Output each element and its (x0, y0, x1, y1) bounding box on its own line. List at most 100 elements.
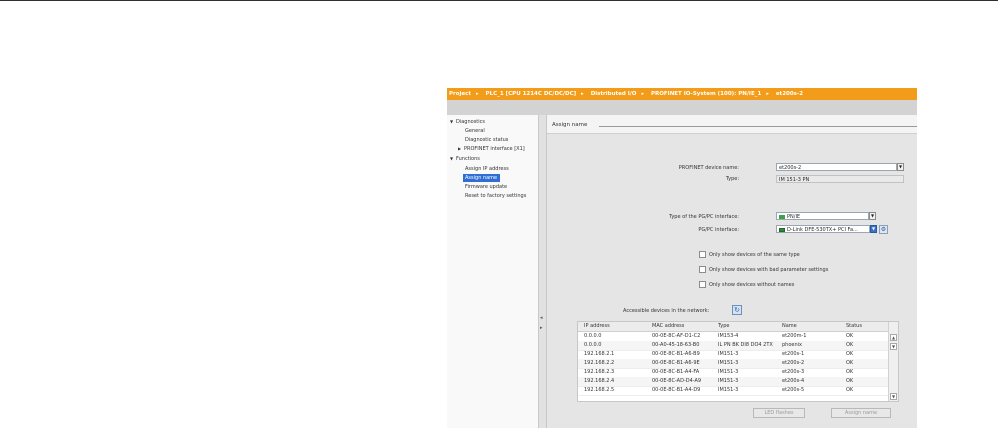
cell-name: et200s-4 (782, 378, 805, 384)
network-card-icon (779, 227, 785, 232)
cell-status: OK (846, 378, 854, 384)
assign-name-button[interactable]: Assign name (831, 408, 891, 418)
cell-name: et200s-2 (782, 360, 805, 366)
cell-ip: 192.168.2.4 (584, 378, 615, 384)
breadcrumb-separator-icon: ▸ (766, 91, 769, 97)
network-icon (779, 214, 785, 219)
filter-bad-params-checkbox[interactable] (699, 266, 706, 273)
scroll-down-small-icon[interactable]: ▼ (890, 343, 897, 350)
cell-status: OK (846, 387, 854, 393)
cell-ip: 192.168.2.2 (584, 360, 615, 366)
cell-type: IL PN BK DI8 DO4 2TX (718, 342, 773, 348)
nav-item-firmware-update[interactable]: Firmware update (465, 183, 507, 191)
cell-ip: 192.168.2.5 (584, 387, 615, 393)
nav-item-reset-factory[interactable]: Reset to factory settings (465, 192, 526, 200)
breadcrumb-item-project[interactable]: Project (447, 88, 471, 100)
filter-same-type-label: Only show devices of the same type (709, 252, 800, 258)
breadcrumb: Project ▸ PLC_1 [CPU 1214C DC/DC/DC] ▸ Distr… (447, 88, 917, 100)
cell-mac: 00-0E-8C-B1-A4-FA (652, 369, 700, 375)
filter-bad-params-label: Only show devices with bad parameter set… (709, 267, 829, 273)
breadcrumb-separator-icon: ▸ (641, 91, 644, 97)
cell-mac: 00-0E-8C-AD-D4-A9 (652, 378, 702, 384)
cell-mac: 00-A0-45-18-63-B0 (652, 342, 700, 348)
cell-status: OK (846, 342, 854, 348)
cell-type: IM151-3 (718, 351, 739, 357)
column-header-name[interactable]: Name (782, 322, 846, 331)
cell-name: et200m-1 (782, 333, 807, 339)
table-row[interactable]: 192.168.2.5 00-0E-8C-B1-A4-D9 IM151-3 et… (578, 386, 890, 396)
pgpc-interface-dropdown-button[interactable]: ▼ (870, 225, 877, 233)
table-header: IP address MAC address Type Name Status (578, 322, 890, 332)
cell-mac: 00-0E-8C-B1-A6-9E (652, 360, 700, 366)
pgpc-type-label: Type of the PG/PC interface: (669, 214, 739, 220)
breadcrumb-item-distributed-io[interactable]: Distributed I/O (589, 88, 637, 100)
cell-ip: 192.168.2.3 (584, 369, 615, 375)
cell-status: OK (846, 351, 854, 357)
cell-name: et200s-3 (782, 369, 805, 375)
filter-without-names-checkbox[interactable] (699, 281, 706, 288)
collapse-left-icon[interactable]: ◂ (540, 315, 543, 321)
cell-type: IM151-3 (718, 360, 739, 366)
filter-without-names-label: Only show devices without names (709, 282, 795, 288)
cell-mac: 00-0E-8C-B1-A4-D9 (652, 387, 701, 393)
accessible-devices-label: Accessible devices in the network: (623, 308, 710, 314)
breadcrumb-item-device[interactable]: et200s-2 (774, 88, 803, 100)
column-header-status[interactable]: Status (846, 322, 886, 331)
nav-group-diagnostics[interactable]: ▼ Diagnostics (450, 118, 485, 126)
pgpc-type-select[interactable]: PN/IE (776, 212, 869, 220)
cell-mac: 00-0E-8C-AF-D1-C2 (652, 333, 701, 339)
pgpc-interface-select[interactable]: D-Link DFE-530TX+ PCI Fa... (776, 225, 870, 233)
cell-ip: 0.0.0.0 (584, 342, 602, 348)
scroll-up-icon[interactable]: ▲ (890, 334, 897, 341)
nav-label: Functions (456, 156, 480, 162)
cell-name: et200s-5 (782, 387, 805, 393)
scroll-down-icon[interactable]: ▼ (890, 393, 897, 400)
cell-name: phoenix (782, 342, 802, 348)
nav-item-assign-ip[interactable]: Assign IP address (465, 165, 509, 173)
cell-ip: 0.0.0.0 (584, 333, 602, 339)
cell-type: IM151-3 (718, 387, 739, 393)
devices-table: IP address MAC address Type Name Status … (577, 321, 899, 402)
device-name-label: PROFINET device name: (678, 165, 739, 171)
nav-item-profinet-interface[interactable]: ▶ PROFINET interface [X1] (458, 145, 525, 153)
cell-type: IM151-3 (718, 369, 739, 375)
nav-label: PROFINET interface [X1] (464, 146, 525, 152)
cell-mac: 00-0E-8C-B1-A6-B9 (652, 351, 700, 357)
device-name-dropdown-button[interactable]: ▼ (897, 163, 904, 171)
inspector-window: Project ▸ PLC_1 [CPU 1214C DC/DC/DC] ▸ Distr… (447, 88, 917, 428)
table-scrollbar[interactable]: ▲ ▼ ▼ (888, 322, 898, 401)
cell-name: et200s-1 (782, 351, 805, 357)
filter-same-type-checkbox[interactable] (699, 251, 706, 258)
section-header: Assign name (547, 115, 917, 134)
nav-item-diagnostic-status[interactable]: Diagnostic status (465, 136, 508, 144)
pgpc-type-dropdown-button[interactable]: ▼ (869, 212, 876, 220)
cell-ip: 192.168.2.1 (584, 351, 615, 357)
type-label: Type: (725, 176, 739, 182)
pgpc-type-value: PN/IE (787, 214, 801, 220)
column-header-ip[interactable]: IP address (584, 322, 644, 331)
cell-type: IM151-3 (718, 378, 739, 384)
cell-type: IM153-4 (718, 333, 739, 339)
nav-group-functions[interactable]: ▼ Functions (450, 155, 480, 163)
column-header-type[interactable]: Type (718, 322, 784, 331)
device-name-input[interactable]: et200s-2 (776, 163, 897, 171)
led-flashes-button[interactable]: LED flashes (753, 408, 805, 418)
column-header-mac[interactable]: MAC address (652, 322, 716, 331)
section-title: Assign name (552, 122, 588, 128)
nav-tree: ▼ Diagnostics General Diagnostic status ▶… (447, 115, 539, 428)
expand-right-icon[interactable]: ▸ (540, 325, 543, 331)
nav-item-general[interactable]: General (465, 127, 485, 135)
type-value: IM 151-3 PN (776, 175, 904, 183)
cell-status: OK (846, 360, 854, 366)
breadcrumb-item-plc[interactable]: PLC_1 [CPU 1214C DC/DC/DC] (484, 88, 577, 100)
interface-diagnostics-icon[interactable]: ⚙ (879, 225, 888, 234)
breadcrumb-item-io-system[interactable]: PROFINET IO-System (100): PN/IE_1 (649, 88, 761, 100)
refresh-icon[interactable]: ↻ (732, 305, 742, 315)
nav-item-assign-name[interactable]: Assign name (463, 174, 501, 182)
top-rule (0, 0, 998, 1)
pane-splitter[interactable]: ◂ ▸ (539, 115, 547, 428)
section-divider (599, 126, 917, 127)
toolbar-strip (447, 100, 917, 116)
cell-status: OK (846, 333, 854, 339)
pgpc-interface-label: PG/PC interface: (698, 227, 739, 233)
